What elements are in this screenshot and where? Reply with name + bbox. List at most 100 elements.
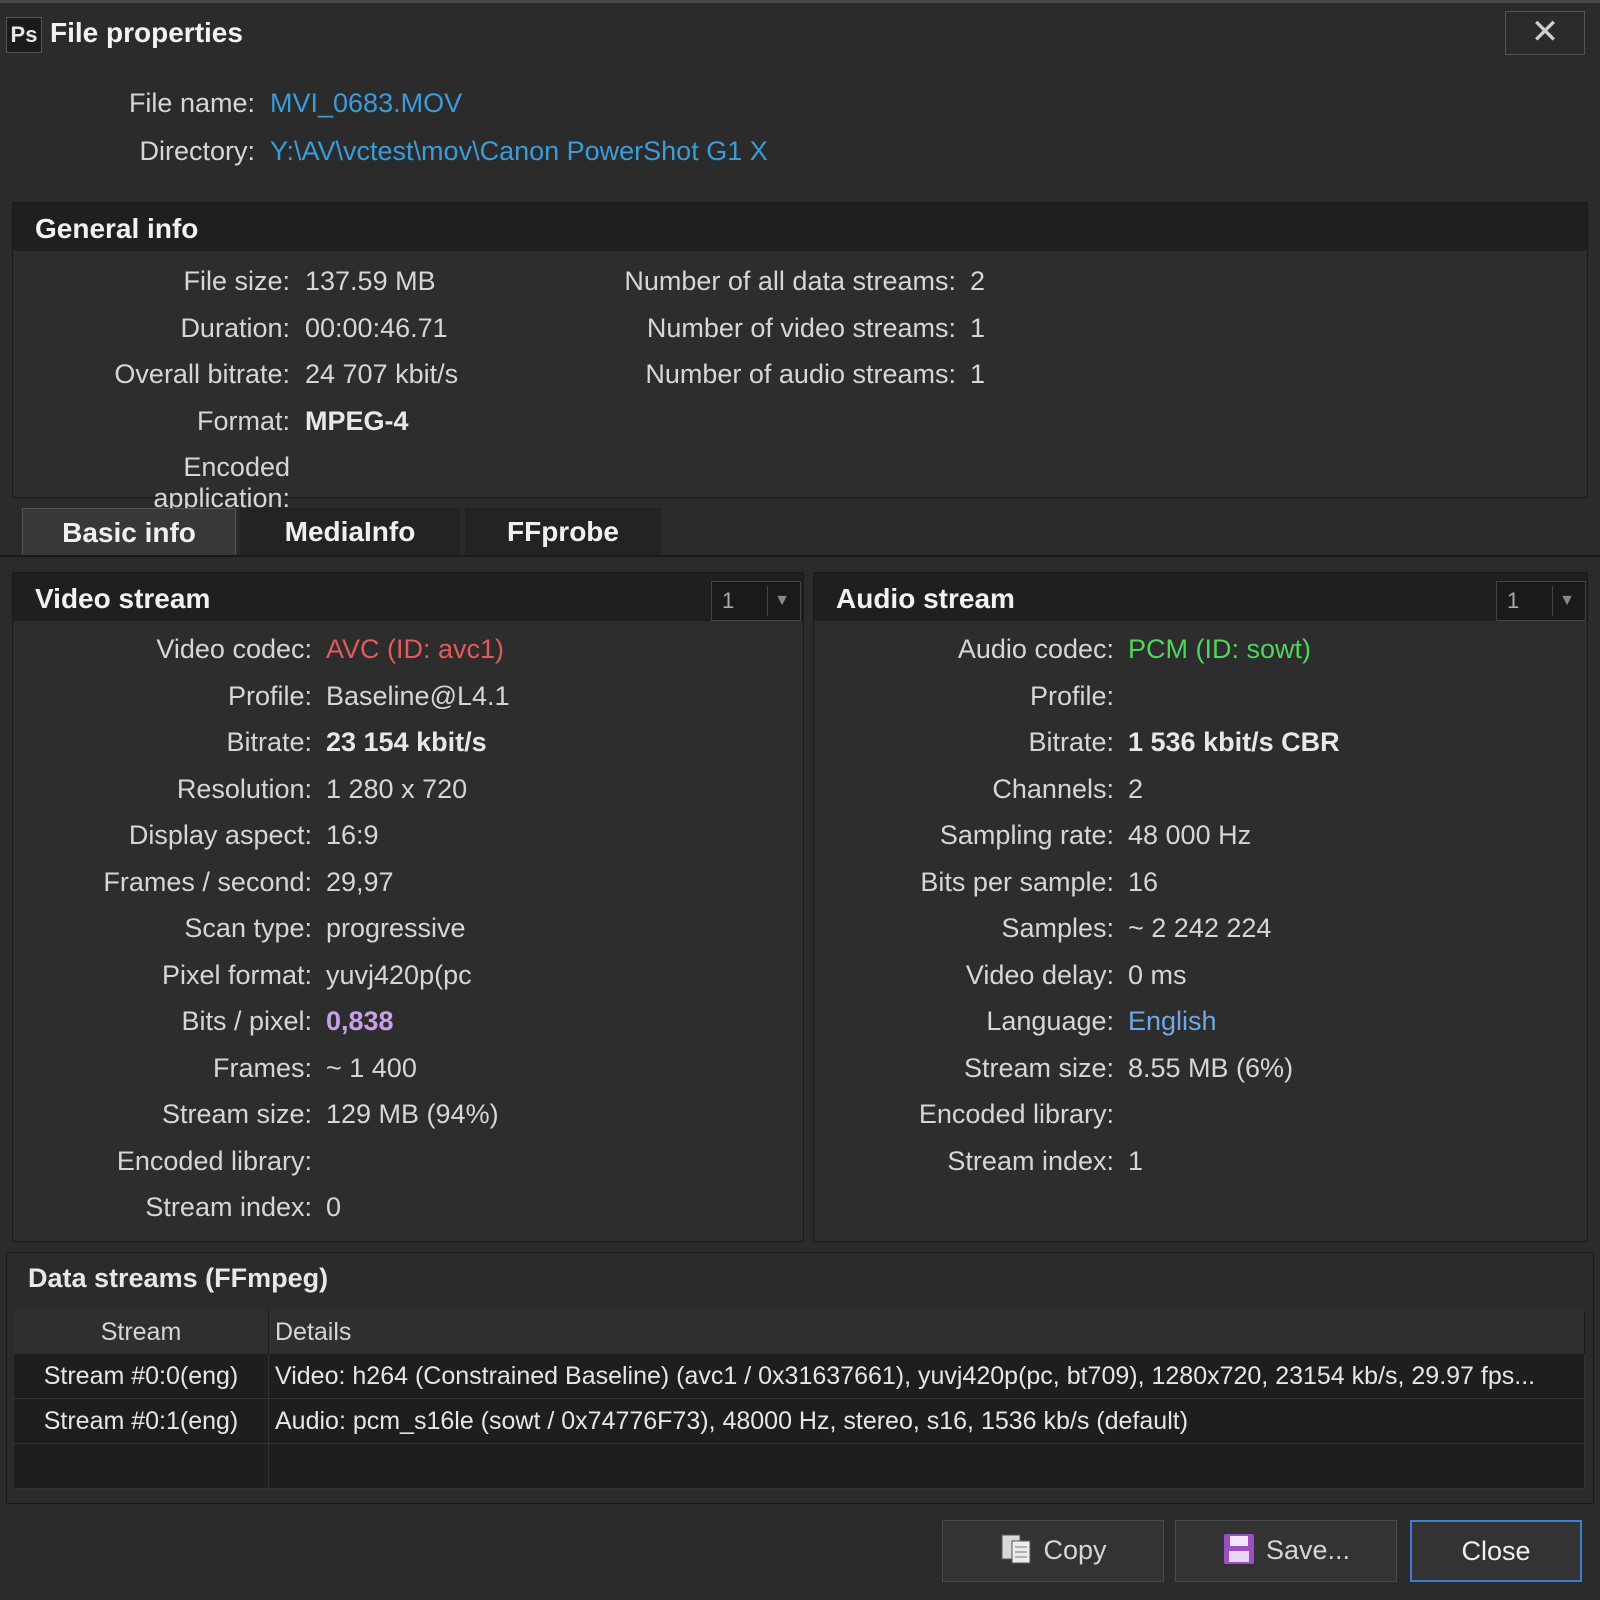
video-prop-label: Frames / second: (103, 866, 312, 897)
file-name-label: File name: (128, 88, 255, 118)
tab-mediainfo[interactable]: MediaInfo (240, 508, 460, 556)
general-info-label: Format: (196, 405, 290, 436)
audio-prop-value: 1 (1128, 1145, 1144, 1176)
data-streams-table[interactable]: Stream Details Stream #0:0(eng) Video: h… (14, 1310, 1585, 1489)
video-prop-label: Encoded library: (116, 1145, 312, 1176)
save-button[interactable]: Save... (1175, 1520, 1397, 1582)
general-info-title: General info (35, 213, 199, 244)
audio-prop-label: Profile: (1029, 680, 1114, 711)
audio-prop-value: 8.55 MB (6%) (1128, 1052, 1294, 1083)
audio-prop-label: Video delay: (965, 959, 1114, 990)
video-stream-panel: Video stream 1 ▼ (12, 572, 804, 1242)
title-bar: Ps File properties ✕ (0, 0, 1600, 62)
video-prop-label: Stream index: (145, 1192, 312, 1222)
tab-divider (0, 555, 1600, 557)
general-info-label: Duration: (180, 312, 290, 343)
stream-count-label: Number of all data streams: (624, 266, 956, 296)
audio-prop-value: 2 (1128, 773, 1144, 804)
stream-count-value: 2 (970, 266, 986, 296)
audio-stream-title: Audio stream (836, 583, 1015, 614)
chevron-down-icon[interactable]: ▼ (1552, 586, 1581, 616)
stream-cell: Stream #0:1(eng) (14, 1398, 269, 1444)
video-prop-value: 29,97 (326, 866, 394, 897)
general-info-value: 00:00:46.71 (305, 312, 448, 343)
copy-button-label: Copy (1043, 1535, 1107, 1565)
copy-button[interactable]: Copy (942, 1520, 1164, 1582)
video-prop-value: ~ 1 400 (326, 1052, 417, 1083)
directory-label: Directory: (139, 136, 255, 166)
audio-prop-label: Stream size: (963, 1052, 1114, 1083)
audio-prop-label: Bits per sample: (920, 866, 1114, 897)
general-info-value: 137.59 MB (305, 266, 436, 296)
close-icon[interactable]: ✕ (1505, 11, 1585, 55)
audio-stream-panel: Audio stream 1 ▼ (813, 572, 1588, 1242)
tab-basic-info[interactable]: Basic info (22, 508, 236, 556)
window-title: File properties (50, 17, 243, 48)
general-info-value: MPEG-4 (305, 405, 409, 436)
save-icon (1223, 1533, 1254, 1564)
file-name-value: MVI_0683.MOV (270, 88, 463, 118)
general-info-label: File size: (183, 266, 290, 296)
audio-prop-label: Samples: (1001, 913, 1114, 943)
video-prop-value: AVC (ID: avc1) (326, 634, 505, 664)
column-header-details[interactable]: Details (268, 1310, 1585, 1354)
directory-value[interactable]: Y:\AV\vctest\mov\Canon PowerShot G1 X (270, 136, 768, 167)
video-prop-label: Frames: (212, 1052, 312, 1083)
video-prop-label: Resolution: (176, 773, 312, 804)
video-prop-value: 0 (326, 1192, 342, 1222)
general-info-label: Overall bitrate: (114, 359, 290, 389)
video-prop-value: Baseline@L4.1 (326, 680, 510, 711)
video-prop-label: Bitrate: (226, 727, 312, 757)
audio-prop-value: PCM (ID: sowt) (1128, 634, 1312, 664)
audio-prop-label: Sampling rate: (939, 820, 1114, 850)
table-row[interactable]: Stream #0:1(eng) Audio: pcm_s16le (sowt … (14, 1398, 1585, 1444)
stream-count-value: 1 (970, 312, 986, 343)
app-icon: Ps (6, 17, 42, 53)
video-prop-label: Pixel format: (161, 959, 312, 990)
table-row[interactable]: Stream #0:0(eng) Video: h264 (Constraine… (14, 1354, 1585, 1399)
audio-prop-value: ~ 2 242 224 (1128, 913, 1272, 943)
audio-prop-value: 0 ms (1128, 959, 1187, 990)
video-prop-value: 0,838 (326, 1006, 394, 1036)
chevron-down-icon[interactable]: ▼ (767, 586, 796, 616)
stream-count-label: Number of audio streams: (645, 359, 956, 389)
audio-stream-selector[interactable]: 1 ▼ (1496, 581, 1586, 621)
general-info-label: Encoded application: (153, 452, 290, 513)
data-streams-title: Data streams (FFmpeg) (28, 1263, 329, 1293)
video-prop-label: Profile: (227, 680, 312, 711)
video-prop-value: yuvj420p(pc (326, 959, 472, 990)
video-prop-value: 23 154 kbit/s (326, 727, 487, 757)
audio-prop-value: English (1128, 1006, 1217, 1036)
video-prop-label: Stream size: (161, 1099, 312, 1129)
audio-prop-value: 1 536 kbit/s CBR (1128, 727, 1340, 757)
video-prop-label: Bits / pixel: (181, 1006, 312, 1036)
stream-count-label: Number of video streams: (646, 312, 956, 343)
video-prop-label: Display aspect: (128, 820, 312, 850)
audio-prop-value: 48 000 Hz (1128, 820, 1252, 850)
video-stream-title: Video stream (35, 583, 211, 614)
video-prop-value: 16:9 (326, 820, 379, 850)
stream-cell: Stream #0:0(eng) (14, 1354, 269, 1399)
column-header-stream[interactable]: Stream (14, 1310, 269, 1354)
details-cell: Audio: pcm_s16le (sowt / 0x74776F73), 48… (268, 1398, 1585, 1444)
close-button[interactable]: Close (1410, 1520, 1582, 1582)
video-prop-label: Video codec: (156, 634, 312, 664)
video-prop-value: 129 MB (94%) (326, 1099, 499, 1129)
video-stream-selector[interactable]: 1 ▼ (711, 581, 801, 621)
stream-count-value: 1 (970, 359, 986, 389)
video-prop-value: 1 280 x 720 (326, 773, 468, 804)
audio-prop-label: Bitrate: (1028, 727, 1114, 757)
audio-prop-value: 16 (1128, 866, 1159, 897)
tab-ffprobe[interactable]: FFprobe (465, 508, 661, 556)
video-prop-value: progressive (326, 913, 466, 943)
table-row-empty (14, 1443, 1585, 1489)
general-info-value: 24 707 kbit/s (305, 359, 459, 389)
audio-prop-label: Encoded library: (918, 1099, 1114, 1129)
audio-prop-label: Stream index: (947, 1145, 1114, 1176)
details-cell: Video: h264 (Constrained Baseline) (avc1… (268, 1354, 1585, 1399)
save-button-label: Save... (1265, 1535, 1351, 1565)
audio-prop-label: Audio codec: (957, 634, 1114, 664)
copy-icon (1001, 1534, 1031, 1564)
audio-prop-label: Language: (986, 1006, 1114, 1036)
video-prop-label: Scan type: (184, 913, 312, 943)
